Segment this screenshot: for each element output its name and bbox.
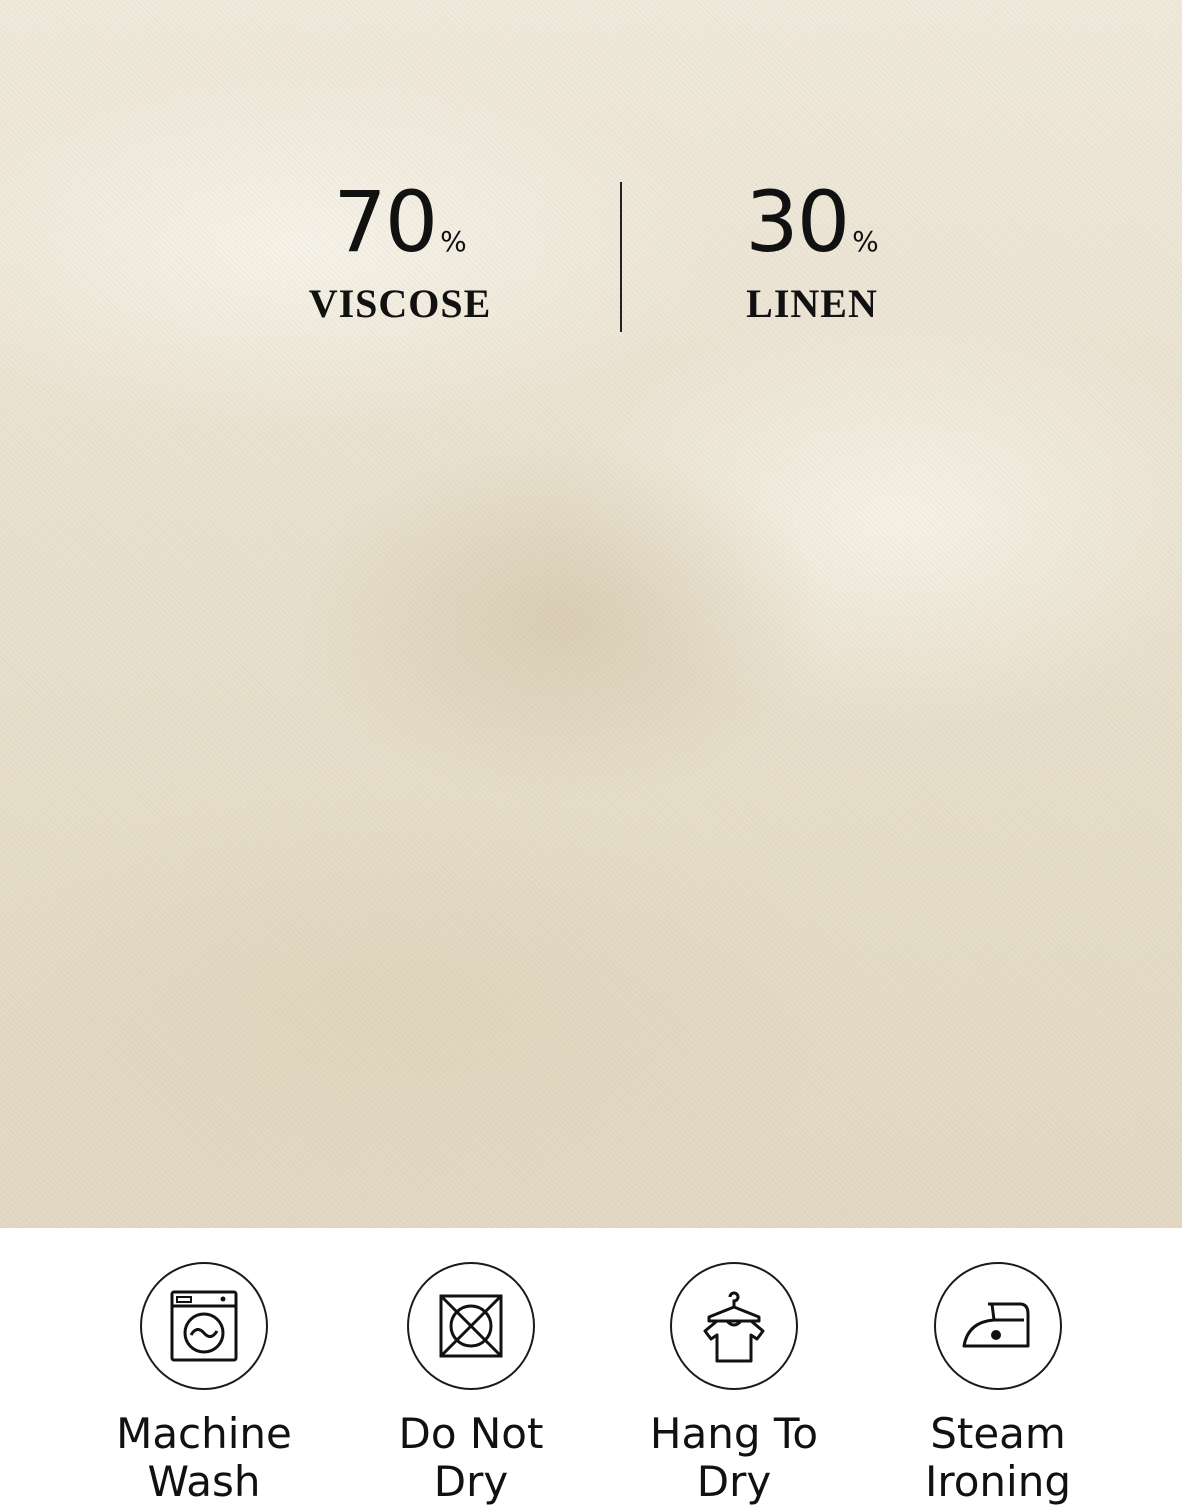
hang-dry-icon [670,1262,798,1390]
care-label-line1: Machine [116,1409,292,1458]
care-label-line2: Ironing [925,1457,1071,1506]
do-not-tumble-dry-icon [407,1262,535,1390]
steam-iron-icon [934,1262,1062,1390]
care-label-line1: Hang To [649,1409,819,1458]
care-label-line2: Dry [696,1457,772,1506]
care-label-line2: Wash [147,1457,261,1506]
fabric-texture-photo [0,0,1182,1228]
care-machine-wash: Machine Wash [74,1262,334,1506]
washing-machine-icon [140,1262,268,1390]
composition-divider [620,182,622,332]
care-do-not-dry: Do Not Dry [341,1262,601,1506]
care-hang-to-dry: Hang To Dry [604,1262,864,1506]
care-label-line1: Steam [930,1409,1066,1458]
linen-percent-sign: % [852,225,879,258]
viscose-stat: 70% VISCOSE [295,180,505,324]
linen-percent: 30 [745,173,850,271]
care-steam-ironing: Steam Ironing [868,1262,1128,1506]
linen-label: LINEN [746,281,878,326]
linen-stat: 30% LINEN [712,180,912,324]
viscose-percent-sign: % [440,225,467,258]
viscose-label: VISCOSE [308,281,492,326]
care-label-line2: Dry [433,1457,509,1506]
care-label-line1: Do Not [398,1409,544,1458]
viscose-percent: 70 [333,173,438,271]
